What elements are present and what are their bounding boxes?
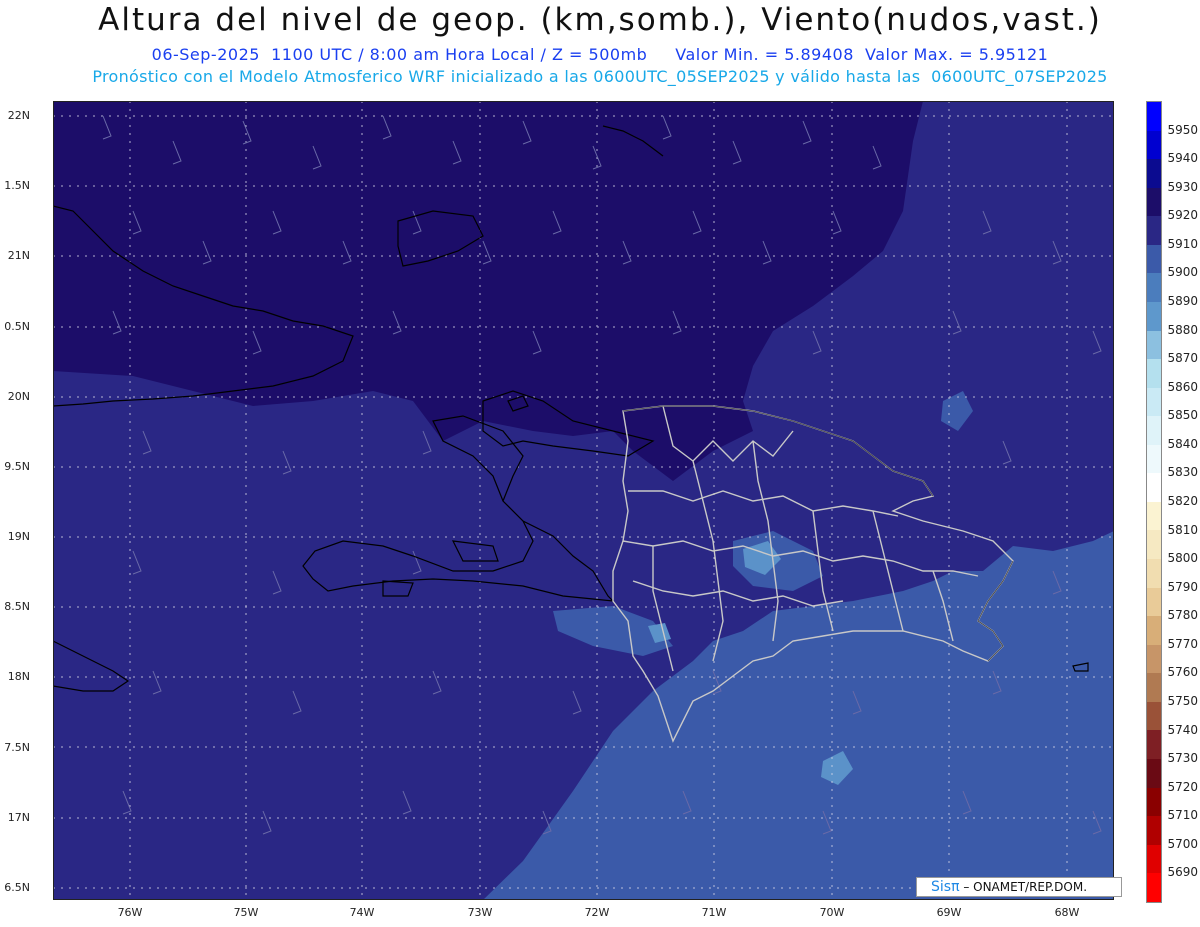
legend-level-label: 5800 — [1167, 551, 1198, 566]
credit-brand: Sisπ — [931, 879, 960, 895]
credit-box: Sisπ – ONAMET/REP.DOM. — [916, 877, 1122, 897]
lat-label: 19N — [7, 530, 30, 543]
legend-level-label: 5930 — [1167, 179, 1198, 194]
credit-text: – ONAMET/REP.DOM. — [959, 880, 1088, 894]
lon-label: 76W — [117, 906, 143, 919]
lat-label: 22N — [7, 109, 30, 122]
legend-level-label: 5760 — [1167, 665, 1198, 680]
lat-label: 9.5N — [4, 460, 30, 473]
legend-color-cell — [1147, 102, 1161, 131]
lon-label: 68W — [1054, 906, 1080, 919]
legend-level-label: 5940 — [1167, 151, 1198, 166]
legend-color-cell — [1147, 301, 1161, 331]
legend-color-cell — [1147, 330, 1161, 360]
legend-color-cell — [1147, 673, 1161, 702]
legend-color-cell — [1147, 701, 1161, 731]
legend-level-label: 5740 — [1167, 722, 1198, 737]
legend-level-label: 5860 — [1167, 379, 1198, 394]
legend-color-cell — [1147, 159, 1161, 188]
legend-color-cell — [1147, 616, 1161, 645]
lat-label: 6.5N — [4, 881, 30, 894]
legend-level-label: 5850 — [1167, 408, 1198, 423]
legend-color-cell — [1147, 787, 1161, 817]
lat-label: 8.5N — [4, 600, 30, 613]
legend-level-label: 5770 — [1167, 636, 1198, 651]
legend-level-label: 5820 — [1167, 494, 1198, 508]
legend-color-cell — [1147, 501, 1161, 531]
lat-label: 1.5N — [4, 179, 30, 192]
legend-level-label: 5700 — [1167, 836, 1198, 851]
legend-color-cell — [1147, 816, 1161, 845]
model-run-info: Pronóstico con el Modelo Atmosferico WRF… — [92, 67, 1108, 86]
legend-level-label: 5710 — [1167, 808, 1198, 823]
lon-label: 70W — [819, 906, 845, 919]
legend-level-label: 5900 — [1167, 265, 1198, 280]
legend-level-label: 5920 — [1167, 208, 1198, 223]
legend-color-cell — [1147, 444, 1161, 474]
legend-color-cell — [1147, 730, 1161, 759]
legend-color-cell — [1147, 187, 1161, 217]
legend-level-label: 5780 — [1167, 608, 1198, 623]
legend-level-label: 5790 — [1167, 579, 1198, 594]
lat-label: 18N — [7, 670, 30, 683]
legend-color-cell — [1147, 473, 1161, 502]
legend-color-cell — [1147, 644, 1161, 674]
legend-color-cell — [1147, 130, 1161, 160]
legend-level-label: 5810 — [1167, 522, 1198, 537]
lon-label: 71W — [701, 906, 727, 919]
legend-color-cell — [1147, 758, 1161, 788]
geopotential-map — [53, 101, 1114, 900]
legend-color-cell — [1147, 559, 1161, 588]
legend-color-cell — [1147, 216, 1161, 245]
color-scale-bar — [1146, 101, 1162, 903]
lon-label: 73W — [467, 906, 493, 919]
legend-color-cell — [1147, 244, 1161, 274]
legend-level-label: 5690 — [1167, 865, 1198, 880]
lon-label: 72W — [584, 906, 610, 919]
lat-label: 20N — [7, 390, 30, 403]
legend-level-label: 5910 — [1167, 236, 1198, 251]
lat-label: 7.5N — [4, 741, 30, 754]
legend-color-cell — [1147, 387, 1161, 417]
legend-level-label: 5830 — [1167, 465, 1198, 480]
valid-time-and-range: 06-Sep-2025 1100 UTC / 8:00 am Hora Loca… — [151, 45, 1049, 64]
legend-color-cell — [1147, 416, 1161, 445]
lon-label: 75W — [233, 906, 259, 919]
lon-label: 69W — [936, 906, 962, 919]
legend-color-cell — [1147, 359, 1161, 388]
legend-level-label: 5950 — [1167, 122, 1198, 137]
lat-label: 0.5N — [4, 320, 30, 333]
legend-level-label: 5870 — [1167, 351, 1198, 366]
legend-level-label: 5720 — [1167, 779, 1198, 794]
lat-label: 21N — [7, 249, 30, 262]
legend-color-cell — [1147, 873, 1161, 902]
legend-level-label: 5730 — [1167, 751, 1198, 766]
legend-color-cell — [1147, 844, 1161, 874]
legend-level-label: 5880 — [1167, 322, 1198, 337]
legend-level-label: 5750 — [1167, 694, 1198, 708]
lat-label: 17N — [7, 811, 30, 824]
lon-label: 74W — [349, 906, 375, 919]
map-title: Altura del nivel de geop. (km,somb.), Vi… — [98, 2, 1102, 38]
legend-level-label: 5890 — [1167, 294, 1198, 308]
legend-level-label: 5840 — [1167, 436, 1198, 451]
legend-color-cell — [1147, 587, 1161, 617]
legend-color-cell — [1147, 530, 1161, 559]
legend-color-cell — [1147, 273, 1161, 302]
